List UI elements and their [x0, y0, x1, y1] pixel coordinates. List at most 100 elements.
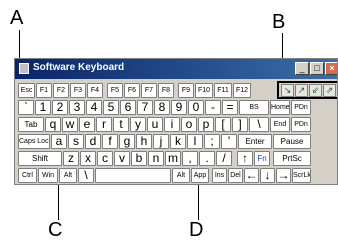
- key-right-bracket[interactable]: ]: [232, 117, 248, 132]
- key-backtick[interactable]: `: [18, 100, 34, 115]
- close-button[interactable]: ×: [325, 62, 337, 75]
- key-5[interactable]: 5: [103, 100, 119, 115]
- key-c[interactable]: c: [97, 151, 113, 166]
- key-shift[interactable]: Shift: [18, 151, 62, 166]
- software-keyboard-window: Software Keyboard _ □ × Esc F1 F2 F3 F4 …: [14, 58, 338, 185]
- key-6[interactable]: 6: [120, 100, 136, 115]
- key-right-arrow[interactable]: →: [276, 168, 291, 183]
- key-caps-lock[interactable]: Caps Lock: [18, 134, 50, 149]
- key-space[interactable]: [95, 168, 171, 183]
- key-t[interactable]: t: [113, 117, 129, 132]
- key-f2[interactable]: F2: [53, 83, 69, 98]
- key-f[interactable]: f: [102, 134, 118, 149]
- key-n[interactable]: n: [148, 151, 164, 166]
- key-left-bracket[interactable]: [: [215, 117, 231, 132]
- key-prtsc[interactable]: PrtSc: [273, 151, 311, 166]
- key-l[interactable]: l: [187, 134, 203, 149]
- key-a[interactable]: a: [51, 134, 67, 149]
- key-enter[interactable]: Enter: [238, 134, 272, 149]
- key-g[interactable]: g: [119, 134, 135, 149]
- key-d[interactable]: d: [85, 134, 101, 149]
- maximize-button[interactable]: □: [310, 62, 324, 75]
- key-home[interactable]: Home: [270, 100, 290, 115]
- key-f3[interactable]: F3: [70, 83, 86, 98]
- key-f9[interactable]: F9: [178, 83, 194, 98]
- key-alt-left[interactable]: Alt: [59, 168, 77, 183]
- key-k[interactable]: k: [170, 134, 186, 149]
- key-q[interactable]: q: [45, 117, 61, 132]
- key-esc[interactable]: Esc: [18, 83, 35, 98]
- key-3[interactable]: 3: [69, 100, 85, 115]
- key-h[interactable]: h: [136, 134, 152, 149]
- key-x[interactable]: x: [80, 151, 96, 166]
- key-f4[interactable]: F4: [87, 83, 103, 98]
- key-alt-right[interactable]: Alt: [172, 168, 190, 183]
- resize-arrow-icon[interactable]: ↘: [281, 84, 294, 97]
- key-7[interactable]: 7: [137, 100, 153, 115]
- key-8[interactable]: 8: [154, 100, 170, 115]
- key-ctrl[interactable]: Ctrl: [18, 168, 37, 183]
- key-scrlk[interactable]: ScrLk: [292, 168, 311, 183]
- key-tab[interactable]: Tab: [18, 117, 44, 132]
- key-del[interactable]: Del: [228, 168, 243, 183]
- key-left-arrow[interactable]: ←: [244, 168, 259, 183]
- key-ins[interactable]: Ins: [212, 168, 227, 183]
- key-minus[interactable]: -: [205, 100, 221, 115]
- key-pdn-1[interactable]: PDn: [291, 100, 311, 115]
- key-o[interactable]: o: [181, 117, 197, 132]
- key-w[interactable]: w: [62, 117, 78, 132]
- key-b[interactable]: b: [131, 151, 147, 166]
- key-pdn-2[interactable]: PDn: [291, 117, 311, 132]
- window-title: Software Keyboard: [33, 62, 125, 73]
- key-f1[interactable]: F1: [36, 83, 52, 98]
- keyboard-toolbar: ↘ ↗ ⇙ ⇗: [277, 81, 337, 99]
- keyboard-app-icon[interactable]: [19, 63, 29, 74]
- move-arrow-icon[interactable]: ↗: [295, 84, 308, 97]
- key-slash[interactable]: /: [216, 151, 232, 166]
- key-1[interactable]: 1: [35, 100, 51, 115]
- expand-arrow-icon[interactable]: ⇗: [323, 84, 336, 97]
- key-f10[interactable]: F10: [195, 83, 213, 98]
- minimize-button[interactable]: _: [295, 62, 309, 75]
- key-f6[interactable]: F6: [124, 83, 140, 98]
- key-m[interactable]: m: [165, 151, 181, 166]
- key-0[interactable]: 0: [188, 100, 204, 115]
- callout-d: D: [189, 219, 204, 241]
- title-bar[interactable]: Software Keyboard _ □ ×: [15, 59, 337, 79]
- key-f8[interactable]: F8: [158, 83, 174, 98]
- key-p[interactable]: p: [198, 117, 214, 132]
- key-4[interactable]: 4: [86, 100, 102, 115]
- key-apostrophe[interactable]: ': [221, 134, 237, 149]
- key-equals[interactable]: =: [222, 100, 238, 115]
- key-v[interactable]: v: [114, 151, 130, 166]
- key-backslash-2[interactable]: \: [78, 168, 94, 183]
- key-e[interactable]: e: [79, 117, 95, 132]
- key-i[interactable]: i: [164, 117, 180, 132]
- key-r[interactable]: r: [96, 117, 112, 132]
- key-semicolon[interactable]: ;: [204, 134, 220, 149]
- key-s[interactable]: s: [68, 134, 84, 149]
- key-end[interactable]: End: [270, 117, 290, 132]
- key-2[interactable]: 2: [52, 100, 68, 115]
- key-pause[interactable]: Pause: [273, 134, 311, 149]
- key-u[interactable]: u: [147, 117, 163, 132]
- key-f5[interactable]: F5: [107, 83, 123, 98]
- key-f7[interactable]: F7: [141, 83, 157, 98]
- shrink-arrow-icon[interactable]: ⇙: [309, 84, 322, 97]
- key-9[interactable]: 9: [171, 100, 187, 115]
- key-z[interactable]: z: [63, 151, 79, 166]
- key-backspace[interactable]: BS: [239, 100, 269, 115]
- key-down-arrow[interactable]: ↓: [260, 168, 275, 183]
- key-j[interactable]: j: [153, 134, 169, 149]
- key-backslash[interactable]: \: [249, 117, 269, 132]
- key-up-arrow[interactable]: ↑: [237, 151, 253, 166]
- key-f12[interactable]: F12: [233, 83, 251, 98]
- key-f11[interactable]: F11: [214, 83, 232, 98]
- key-comma[interactable]: ,: [182, 151, 198, 166]
- callout-a: A: [10, 7, 24, 29]
- key-win[interactable]: Win: [38, 168, 58, 183]
- key-period[interactable]: .: [199, 151, 215, 166]
- key-y[interactable]: y: [130, 117, 146, 132]
- key-fn[interactable]: Fn: [254, 151, 270, 166]
- key-app[interactable]: App: [191, 168, 209, 183]
